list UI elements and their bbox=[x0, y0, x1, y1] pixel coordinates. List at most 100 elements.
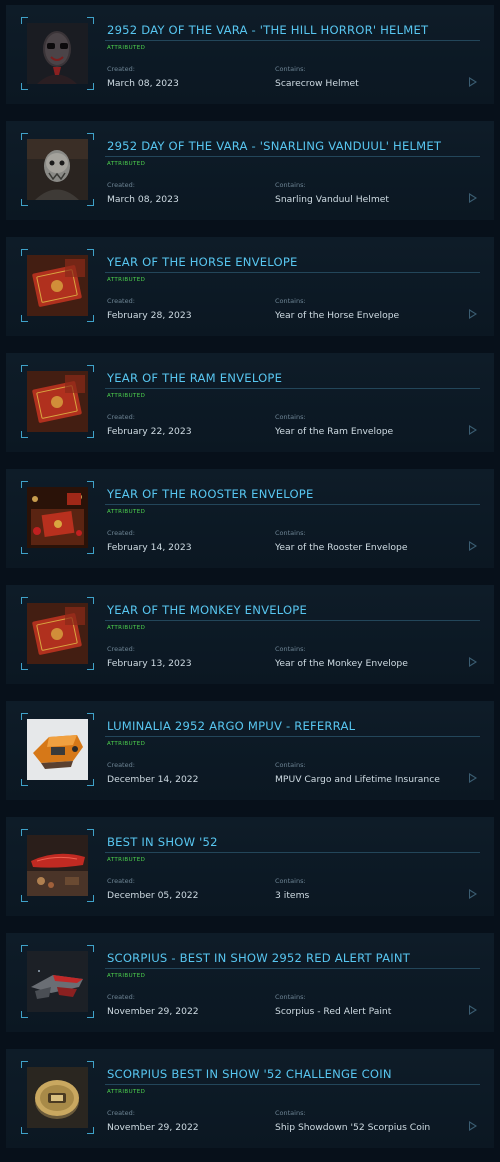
contains-label: Contains: bbox=[275, 645, 306, 653]
thumbnail-frame bbox=[21, 945, 94, 1018]
created-label: Created: bbox=[107, 1109, 135, 1117]
pledge-title[interactable]: YEAR OF THE MONKEY ENVELOPE bbox=[107, 603, 307, 617]
expand-arrow-icon[interactable] bbox=[469, 1005, 477, 1015]
contains-label: Contains: bbox=[275, 181, 306, 189]
contains-label: Contains: bbox=[275, 529, 306, 537]
red-envelope-thumbnail[interactable] bbox=[27, 255, 88, 316]
attributed-badge: ATTRIBUTED bbox=[107, 857, 146, 863]
red-ship-display-thumbnail[interactable] bbox=[27, 835, 88, 896]
thumbnail-frame bbox=[21, 365, 94, 438]
attributed-badge: ATTRIBUTED bbox=[107, 45, 146, 51]
contains-value: Scorpius - Red Alert Paint bbox=[275, 1006, 392, 1017]
created-label: Created: bbox=[107, 65, 135, 73]
contains-label: Contains: bbox=[275, 993, 306, 1001]
created-date: February 13, 2023 bbox=[107, 658, 192, 669]
challenge-coin-thumbnail[interactable] bbox=[27, 1067, 88, 1128]
contains-value: Ship Showdown '52 Scorpius Coin bbox=[275, 1122, 431, 1133]
contains-value: 3 items bbox=[275, 890, 310, 901]
scorpius-ship-thumbnail[interactable] bbox=[27, 951, 88, 1012]
title-divider bbox=[105, 40, 480, 41]
pledge-title[interactable]: BEST IN SHOW '52 bbox=[107, 835, 218, 849]
red-envelope-thumbnail[interactable] bbox=[27, 603, 88, 664]
contains-label: Contains: bbox=[275, 297, 306, 305]
pledge-card[interactable]: SCORPIUS BEST IN SHOW '52 CHALLENGE COIN… bbox=[6, 1049, 494, 1148]
title-divider bbox=[105, 736, 480, 737]
created-date: November 29, 2022 bbox=[107, 1122, 199, 1133]
created-label: Created: bbox=[107, 645, 135, 653]
contains-label: Contains: bbox=[275, 877, 306, 885]
contains-value: Snarling Vanduul Helmet bbox=[275, 194, 390, 205]
expand-arrow-icon[interactable] bbox=[469, 773, 477, 783]
argo-mpuv-ship-thumbnail[interactable] bbox=[27, 719, 88, 780]
attributed-badge: ATTRIBUTED bbox=[107, 393, 146, 399]
thumbnail-frame bbox=[21, 249, 94, 322]
thumbnail-frame bbox=[21, 133, 94, 206]
expand-arrow-icon[interactable] bbox=[469, 425, 477, 435]
red-envelope-table-thumbnail[interactable] bbox=[27, 487, 88, 548]
pledge-card[interactable]: SCORPIUS - BEST IN SHOW 2952 RED ALERT P… bbox=[6, 933, 494, 1032]
pledge-title[interactable]: 2952 DAY OF THE VARA - 'SNARLING VANDUUL… bbox=[107, 139, 441, 153]
contains-label: Contains: bbox=[275, 413, 306, 421]
created-label: Created: bbox=[107, 181, 135, 189]
pledge-title[interactable]: YEAR OF THE RAM ENVELOPE bbox=[107, 371, 282, 385]
pledge-title[interactable]: YEAR OF THE ROOSTER ENVELOPE bbox=[107, 487, 314, 501]
attributed-badge: ATTRIBUTED bbox=[107, 1089, 146, 1095]
created-label: Created: bbox=[107, 761, 135, 769]
pledge-card[interactable]: LUMINALIA 2952 ARGO MPUV - REFERRAL ATTR… bbox=[6, 701, 494, 800]
pledge-title[interactable]: SCORPIUS - BEST IN SHOW 2952 RED ALERT P… bbox=[107, 951, 410, 965]
pledge-card[interactable]: YEAR OF THE HORSE ENVELOPE ATTRIBUTED Cr… bbox=[6, 237, 494, 336]
red-envelope-thumbnail[interactable] bbox=[27, 371, 88, 432]
contains-label: Contains: bbox=[275, 65, 306, 73]
expand-arrow-icon[interactable] bbox=[469, 1121, 477, 1131]
attributed-badge: ATTRIBUTED bbox=[107, 161, 146, 167]
expand-arrow-icon[interactable] bbox=[469, 657, 477, 667]
thumbnail-frame bbox=[21, 1061, 94, 1134]
created-label: Created: bbox=[107, 993, 135, 1001]
created-date: February 22, 2023 bbox=[107, 426, 192, 437]
hill-horror-helmet-thumbnail[interactable] bbox=[27, 23, 88, 84]
expand-arrow-icon[interactable] bbox=[469, 541, 477, 551]
created-label: Created: bbox=[107, 877, 135, 885]
created-label: Created: bbox=[107, 297, 135, 305]
contains-value: Year of the Monkey Envelope bbox=[275, 658, 408, 669]
contains-value: Year of the Rooster Envelope bbox=[275, 542, 408, 553]
created-date: February 28, 2023 bbox=[107, 310, 192, 321]
contains-value: Year of the Horse Envelope bbox=[275, 310, 400, 321]
title-divider bbox=[105, 968, 480, 969]
expand-arrow-icon[interactable] bbox=[469, 193, 477, 203]
title-divider bbox=[105, 272, 480, 273]
title-divider bbox=[105, 388, 480, 389]
title-divider bbox=[105, 156, 480, 157]
pledge-card[interactable]: YEAR OF THE MONKEY ENVELOPE ATTRIBUTED C… bbox=[6, 585, 494, 684]
thumbnail-frame bbox=[21, 713, 94, 786]
pledge-title[interactable]: 2952 DAY OF THE VARA - 'THE HILL HORROR'… bbox=[107, 23, 428, 37]
expand-arrow-icon[interactable] bbox=[469, 889, 477, 899]
expand-arrow-icon[interactable] bbox=[469, 309, 477, 319]
attributed-badge: ATTRIBUTED bbox=[107, 509, 146, 515]
contains-label: Contains: bbox=[275, 1109, 306, 1117]
pledge-card[interactable]: 2952 DAY OF THE VARA - 'THE HILL HORROR'… bbox=[6, 5, 494, 104]
contains-value: MPUV Cargo and Lifetime Insurance bbox=[275, 774, 440, 785]
contains-value: Scarecrow Helmet bbox=[275, 78, 359, 89]
pledge-title[interactable]: SCORPIUS BEST IN SHOW '52 CHALLENGE COIN bbox=[107, 1067, 392, 1081]
contains-label: Contains: bbox=[275, 761, 306, 769]
expand-arrow-icon[interactable] bbox=[469, 77, 477, 87]
created-date: March 08, 2023 bbox=[107, 194, 179, 205]
attributed-badge: ATTRIBUTED bbox=[107, 973, 146, 979]
created-date: December 14, 2022 bbox=[107, 774, 199, 785]
pledge-card[interactable]: YEAR OF THE RAM ENVELOPE ATTRIBUTED Crea… bbox=[6, 353, 494, 452]
pledge-card[interactable]: YEAR OF THE ROOSTER ENVELOPE ATTRIBUTED … bbox=[6, 469, 494, 568]
attributed-badge: ATTRIBUTED bbox=[107, 625, 146, 631]
thumbnail-frame bbox=[21, 597, 94, 670]
pledge-card[interactable]: BEST IN SHOW '52 ATTRIBUTED Created: Dec… bbox=[6, 817, 494, 916]
contains-value: Year of the Ram Envelope bbox=[275, 426, 394, 437]
pledge-list: 2952 DAY OF THE VARA - 'THE HILL HORROR'… bbox=[0, 0, 500, 1162]
pledge-title[interactable]: LUMINALIA 2952 ARGO MPUV - REFERRAL bbox=[107, 719, 355, 733]
pledge-card[interactable]: 2952 DAY OF THE VARA - 'SNARLING VANDUUL… bbox=[6, 121, 494, 220]
attributed-badge: ATTRIBUTED bbox=[107, 741, 146, 747]
thumbnail-frame bbox=[21, 829, 94, 902]
pledge-title[interactable]: YEAR OF THE HORSE ENVELOPE bbox=[107, 255, 298, 269]
created-date: December 05, 2022 bbox=[107, 890, 199, 901]
created-date: November 29, 2022 bbox=[107, 1006, 199, 1017]
snarling-vanduul-helmet-thumbnail[interactable] bbox=[27, 139, 88, 200]
